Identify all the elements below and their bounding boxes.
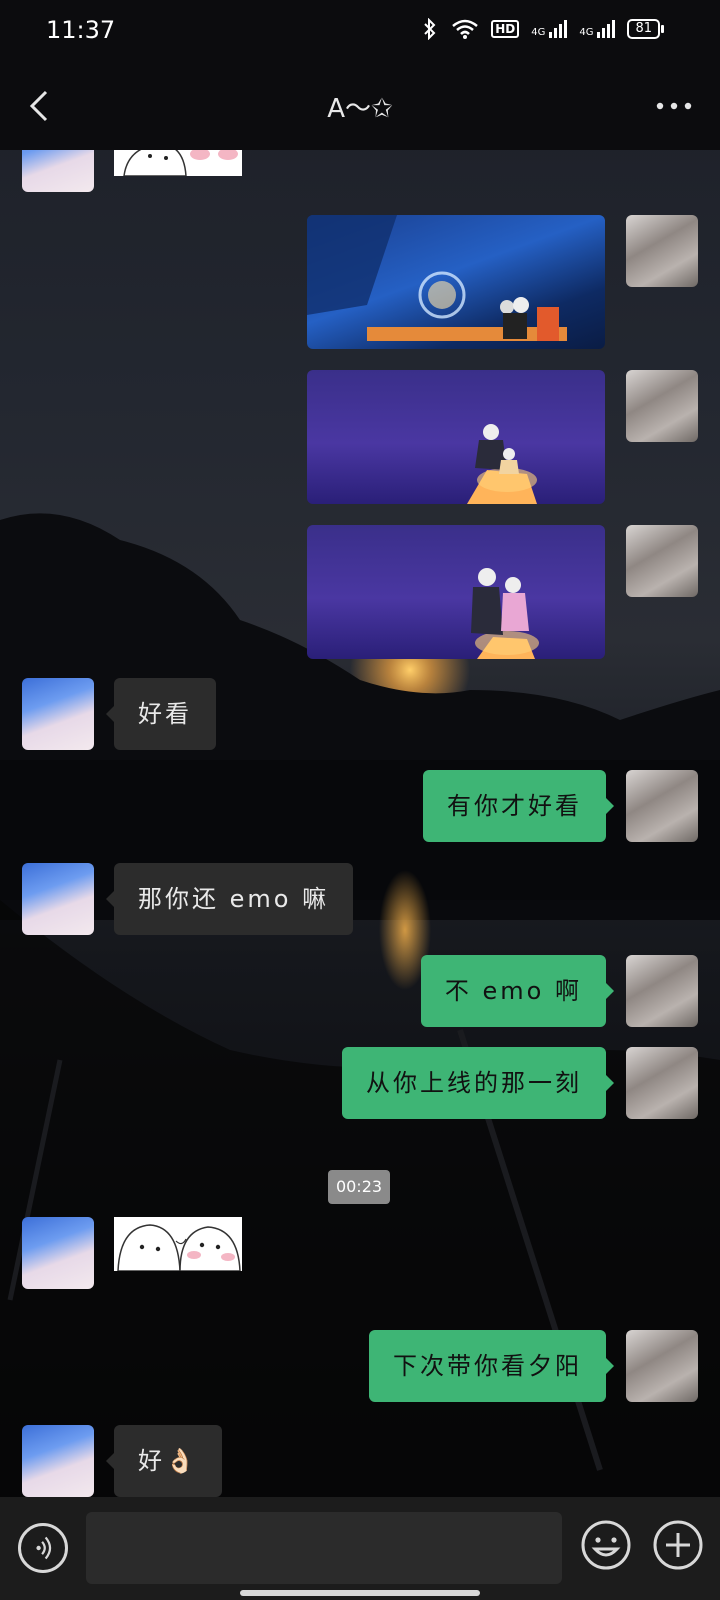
sticker-message[interactable] bbox=[114, 150, 242, 176]
my-avatar[interactable] bbox=[626, 215, 698, 287]
emoji-icon[interactable] bbox=[580, 1519, 632, 1571]
my-avatar[interactable] bbox=[626, 1330, 698, 1402]
status-icons: HD 4G 4G 81 bbox=[421, 18, 664, 40]
image-message[interactable] bbox=[307, 215, 605, 349]
text-message[interactable]: 不 emo 啊 bbox=[420, 955, 615, 1027]
home-indicator[interactable] bbox=[240, 1590, 480, 1596]
chat-header: A～✩ bbox=[0, 62, 720, 150]
text-message[interactable]: 好看 bbox=[106, 678, 216, 750]
message-timestamp: 00:23 bbox=[328, 1170, 390, 1204]
wifi-icon bbox=[452, 19, 478, 39]
battery-icon: 81 bbox=[627, 19, 664, 39]
text-message[interactable]: 下次带你看夕阳 bbox=[369, 1330, 614, 1402]
net-label-2: 4G bbox=[579, 27, 594, 38]
text-message[interactable]: 那你还 emo 嘛 bbox=[105, 863, 354, 935]
status-time: 11:37 bbox=[46, 16, 116, 44]
image-message[interactable] bbox=[307, 525, 605, 659]
contact-avatar[interactable] bbox=[22, 863, 94, 935]
sticker-message[interactable] bbox=[114, 1217, 242, 1271]
my-avatar[interactable] bbox=[626, 955, 698, 1027]
text-message[interactable]: 有你才好看 bbox=[423, 770, 614, 842]
text-message[interactable]: 好👌🏻 bbox=[106, 1425, 222, 1497]
voice-input-icon[interactable] bbox=[18, 1523, 68, 1573]
contact-avatar[interactable] bbox=[22, 1425, 94, 1497]
plus-icon[interactable] bbox=[652, 1519, 704, 1571]
contact-avatar[interactable] bbox=[22, 150, 94, 192]
image-message[interactable] bbox=[307, 370, 605, 504]
message-list[interactable]: 好看 有你才好看 那你还 emo 嘛 不 emo 啊 从你上线的那一刻 00:2… bbox=[0, 150, 720, 1497]
signal-4g-1: 4G bbox=[531, 20, 568, 38]
contact-avatar[interactable] bbox=[22, 678, 94, 750]
message-input[interactable] bbox=[86, 1512, 562, 1584]
my-avatar[interactable] bbox=[626, 370, 698, 442]
status-bar: 11:37 HD 4G 4G 81 bbox=[0, 0, 720, 62]
signal-4g-2: 4G bbox=[579, 20, 616, 38]
bluetooth-icon bbox=[424, 18, 436, 40]
chat-title: A～✩ bbox=[327, 94, 393, 124]
text-message[interactable]: 从你上线的那一刻 bbox=[342, 1047, 614, 1119]
my-avatar[interactable] bbox=[626, 1047, 698, 1119]
battery-level: 81 bbox=[627, 19, 660, 39]
my-avatar[interactable] bbox=[626, 525, 698, 597]
hd-badge: HD bbox=[491, 20, 520, 38]
contact-avatar[interactable] bbox=[22, 1217, 94, 1289]
net-label-1: 4G bbox=[531, 27, 546, 38]
more-dots-icon[interactable] bbox=[652, 90, 696, 122]
my-avatar[interactable] bbox=[626, 770, 698, 842]
input-bar bbox=[0, 1497, 720, 1600]
